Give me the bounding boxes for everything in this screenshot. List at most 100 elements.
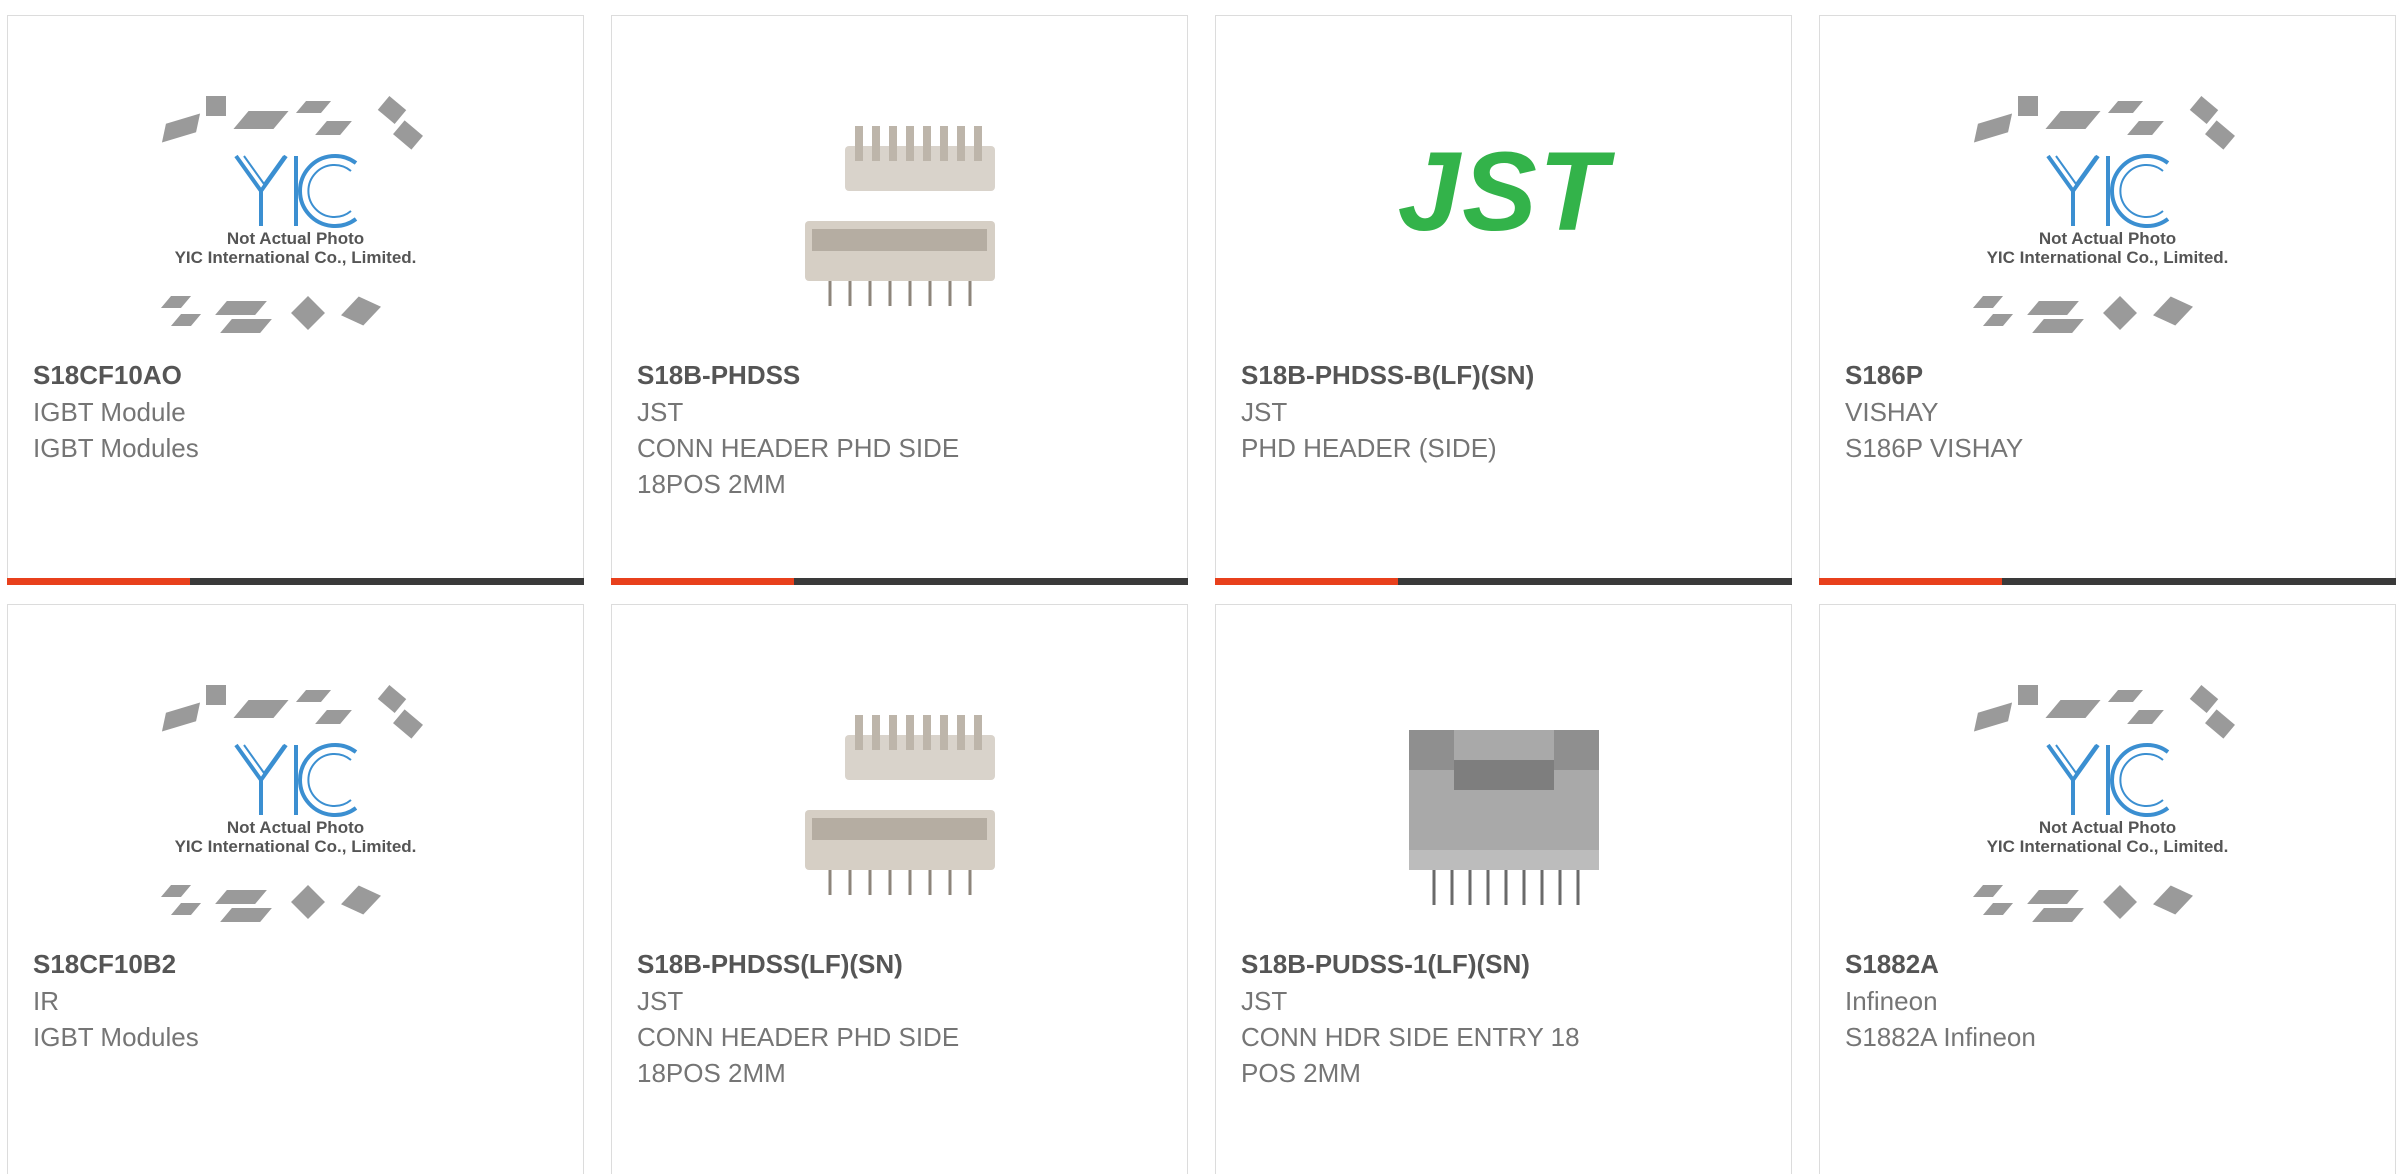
chip-icon [1973, 702, 2012, 732]
part-number[interactable]: S18B-PHDSS-B(LF)(SN) [1241, 356, 1771, 394]
chip-icon [219, 908, 272, 922]
chip-icon [2044, 700, 2101, 718]
placeholder-note: Not Actual Photo [2038, 818, 2177, 837]
chip-icon [205, 96, 226, 116]
chip-icon [219, 319, 272, 333]
description: CONN HEADER PHD SIDE [637, 433, 960, 463]
chip-icon [232, 700, 289, 718]
manufacturer: VISHAY [1845, 397, 1939, 427]
chip-icon [340, 296, 381, 326]
chip-icon [1972, 885, 2003, 897]
part-number[interactable]: S186P [1845, 356, 2375, 394]
chip-icon [214, 890, 267, 904]
chip-icon [290, 885, 325, 919]
product-card[interactable]: Not Actual Photo YIC International Co., … [1819, 15, 2396, 585]
chip-icon [377, 96, 406, 124]
product-image[interactable]: Not Actual Photo YIC International Co., … [8, 76, 583, 366]
placeholder-note: Not Actual Photo [226, 818, 365, 837]
chip-icon [1982, 903, 2013, 915]
chip-icon [1973, 113, 2012, 143]
card-bottom-bar [7, 578, 584, 585]
part-number[interactable]: S18CF10B2 [33, 945, 563, 983]
jst-logo: JST [1397, 128, 1610, 254]
chip-icon [314, 121, 352, 135]
chip-icon [2204, 709, 2235, 739]
manufacturer: IGBT Module [33, 397, 186, 427]
chip-icon [2017, 685, 2038, 705]
chip-icon [205, 685, 226, 705]
product-card[interactable]: S18B-PUDSS-1(LF)(SN) JST CONN HDR SIDE E… [1215, 604, 1792, 1174]
description-cont: 18POS 2MM [637, 1058, 786, 1088]
not-actual-photo-placeholder: Not Actual Photo YIC International Co., … [1958, 685, 2258, 935]
chip-icon [2044, 111, 2101, 129]
product-image[interactable]: Not Actual Photo YIC International Co., … [1820, 76, 2395, 366]
placeholder-note: Not Actual Photo [2038, 229, 2177, 248]
part-number[interactable]: S18B-PUDSS-1(LF)(SN) [1241, 945, 1771, 983]
chip-icon [295, 690, 331, 702]
chip-icon [1982, 314, 2013, 326]
part-number[interactable]: S18B-PHDSS(LF)(SN) [637, 945, 1167, 983]
yic-logo-icon [2045, 743, 2169, 817]
not-actual-photo-placeholder: Not Actual Photo YIC International Co., … [146, 685, 446, 935]
part-number[interactable]: S18B-PHDSS [637, 356, 1167, 394]
yic-logo-icon [233, 743, 357, 817]
product-card[interactable]: Not Actual Photo YIC International Co., … [7, 15, 584, 585]
manufacturer: JST [1241, 397, 1288, 427]
chip-icon [314, 710, 352, 724]
chip-icon [2152, 296, 2193, 326]
chip-icon [160, 296, 191, 308]
chip-icon [2031, 908, 2084, 922]
description: IGBT Modules [33, 433, 199, 463]
chip-icon [2107, 101, 2143, 113]
product-image[interactable] [612, 76, 1187, 366]
chip-icon [392, 709, 423, 739]
description: IGBT Modules [33, 1022, 199, 1052]
product-card[interactable]: Not Actual Photo YIC International Co., … [7, 604, 584, 1174]
product-card[interactable]: S18B-PHDSS(LF)(SN) JST CONN HEADER PHD S… [611, 604, 1188, 1174]
product-image[interactable]: Not Actual Photo YIC International Co., … [1820, 665, 2395, 955]
chip-icon [2126, 710, 2164, 724]
chip-icon [2189, 96, 2218, 124]
product-image[interactable]: JST [1216, 76, 1791, 366]
chip-icon [214, 301, 267, 315]
card-bottom-bar [1819, 578, 2396, 585]
product-card[interactable]: JST S18B-PHDSS-B(LF)(SN) JST PHD HEADER … [1215, 15, 1792, 585]
chip-icon [340, 885, 381, 915]
chip-icon [160, 885, 191, 897]
not-actual-photo-placeholder: Not Actual Photo YIC International Co., … [146, 96, 446, 346]
card-bottom-bar [1215, 578, 1792, 585]
chip-icon [295, 101, 331, 113]
placeholder-note: Not Actual Photo [226, 229, 365, 248]
product-image[interactable] [1216, 665, 1791, 955]
card-accent-bar [611, 578, 794, 585]
part-number[interactable]: S1882A [1845, 945, 2375, 983]
product-image[interactable] [612, 665, 1187, 955]
product-card[interactable]: Not Actual Photo YIC International Co., … [1819, 604, 2396, 1174]
chip-icon [161, 113, 200, 143]
chip-icon [2204, 120, 2235, 150]
card-accent-bar [7, 578, 190, 585]
description-cont: 18POS 2MM [637, 469, 786, 499]
chip-icon [290, 296, 325, 330]
description-cont: POS 2MM [1241, 1058, 1361, 1088]
product-image[interactable]: Not Actual Photo YIC International Co., … [8, 665, 583, 955]
yic-logo-icon [2045, 154, 2169, 228]
manufacturer: JST [1241, 986, 1288, 1016]
placeholder-company: YIC International Co., Limited. [1986, 837, 2229, 856]
connector-photo [1408, 730, 1599, 905]
manufacturer: Infineon [1845, 986, 1938, 1016]
card-accent-bar [1819, 578, 2002, 585]
chip-icon [377, 685, 406, 713]
card-accent-bar [1215, 578, 1398, 585]
manufacturer: IR [33, 986, 59, 1016]
description: S186P VISHAY [1845, 433, 2024, 463]
chip-icon [2102, 296, 2137, 330]
pin-header-photo [804, 126, 995, 306]
part-number[interactable]: S18CF10AO [33, 356, 563, 394]
description: CONN HDR SIDE ENTRY 18 [1241, 1022, 1580, 1052]
chip-icon [161, 702, 200, 732]
chip-icon [2152, 885, 2193, 915]
not-actual-photo-placeholder: Not Actual Photo YIC International Co., … [1958, 96, 2258, 346]
product-card[interactable]: S18B-PHDSS JST CONN HEADER PHD SIDE 18PO… [611, 15, 1188, 585]
manufacturer: JST [637, 397, 684, 427]
